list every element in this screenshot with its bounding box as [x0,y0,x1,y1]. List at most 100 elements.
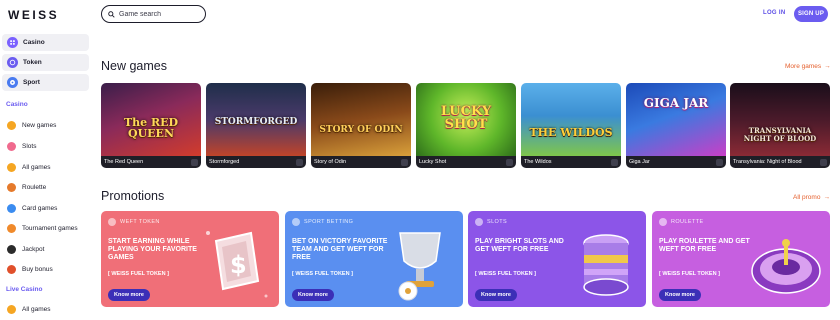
provider-icon [820,159,827,166]
game-art-title: STORY OF ODIN [319,125,403,135]
promo-tag: SPORT BETTING [292,218,353,226]
sidebar-item-label: Sport [23,79,40,86]
svg-text:$: $ [230,251,247,279]
game-card-stormforged[interactable]: STORMFORGED Stormforged [206,83,306,168]
search-icon [108,10,115,18]
game-thumbnail [311,83,411,156]
slot-reel-icon [583,234,629,296]
sidebar-item-slots[interactable]: Slots [7,142,36,151]
promo-tag: SLOTS [475,218,507,226]
promo-headline: PLAY BRIGHT SLOTS AND GET WEFT FOR FREE [475,238,564,253]
provider-icon [296,159,303,166]
game-name: Stormforged [206,156,306,168]
sidebar-item-token[interactable]: Token [2,54,89,71]
sidebar-item-label: Buy bonus [22,266,53,273]
promo-subtitle: [ WEISS FUEL TOKEN ] [108,271,169,277]
promo-tag-label: WEFT TOKEN [120,219,160,225]
token-icon [108,218,116,226]
game-art-title: The RED QUEEN [123,116,179,140]
game-card-story-of-odin[interactable]: STORY OF ODIN Story of Odin [311,83,411,168]
promo-tag-label: SLOTS [487,219,508,225]
promo-card-slots[interactable]: SLOTS PLAY BRIGHT SLOTS AND GET WEFT FOR… [468,211,646,307]
signup-button[interactable]: SIGN UP [794,6,828,22]
new-games-icon [7,121,16,130]
promo-subtitle: [ WEISS FUEL TOKEN ] [292,271,353,277]
sidebar-item-label: Slots [22,143,37,150]
sidebar-item-new-games[interactable]: New games [7,121,56,130]
promo-card-sport-betting[interactable]: SPORT BETTING BET ON VICTORY FAVORITE TE… [285,211,463,307]
sport-icon [292,218,300,226]
game-art-title: GIGA JAR [643,96,709,110]
provider-icon [611,159,618,166]
sidebar-item-tournament-games[interactable]: Tournament games [7,224,78,233]
promo-subtitle: [ WEISS FUEL TOKEN ] [659,271,720,277]
login-button[interactable]: LOG IN [763,10,785,16]
promo-headline: START EARNING WHILE PLAYING YOUR FAVORIT… [108,238,197,261]
game-card-transylvania[interactable]: TRANSYLVANIA NIGHT OF BLOOD Transylvania… [730,83,830,168]
know-more-button[interactable]: Know more [475,289,517,301]
game-name: The Wildos [521,156,621,168]
sidebar-item-label: Token [23,59,42,66]
provider-icon [506,159,513,166]
game-thumbnail [521,83,621,156]
sport-icon [7,77,18,88]
new-games-title: New games [101,59,167,73]
promo-tag-label: ROULETTE [671,219,704,225]
game-art-title: LUCKY SHOT [440,104,492,132]
more-games-label: More games [785,63,822,70]
promo-headline: BET ON VICTORY FAVORITE TEAM AND GET WEF… [292,238,388,261]
arrow-right-icon: → [823,194,830,201]
roulette-icon [7,183,16,192]
promo-headline: PLAY ROULETTE AND GET WEFT FOR FREE [659,238,750,253]
sidebar-item-jackpot[interactable]: Jackpot [7,245,44,254]
trophy-icon [398,232,441,301]
game-card-giga-jar[interactable]: GIGA JAR Giga Jar [626,83,726,168]
roulette-icon [659,218,667,226]
game-name: Story of Odin [311,156,411,168]
sidebar-item-buy-bonus[interactable]: Buy bonus [7,265,53,274]
game-name: The Red Queen [101,156,201,168]
promo-card-weft-token[interactable]: $ WEFT TOKEN START EARNING WHILE PLAYING… [101,211,279,307]
slots-icon [475,218,483,226]
sidebar-item-live-all-games[interactable]: All games [7,305,51,314]
promo-subtitle: [ WEISS FUEL TOKEN ] [475,271,536,277]
know-more-button[interactable]: Know more [108,289,150,301]
sidebar-item-all-games[interactable]: All games [7,163,51,172]
sidebar-item-sport[interactable]: Sport [2,74,89,91]
all-games-icon [7,163,16,172]
sidebar-item-roulette[interactable]: Roulette [7,183,46,192]
sidebar-item-label: Tournament games [22,225,78,232]
sidebar-item-label: Card games [22,205,58,212]
search-box[interactable] [101,5,206,23]
logo[interactable]: WEISS [8,8,59,22]
sidebar-item-label: Casino [23,39,45,46]
sidebar-item-label: New games [22,122,57,129]
game-card-the-wildos[interactable]: THE WILDOS The Wildos [521,83,621,168]
slots-icon [7,142,16,151]
provider-icon [191,159,198,166]
game-name: Giga Jar [626,156,726,168]
game-card-lucky-shot[interactable]: LUCKY SHOT Lucky Shot [416,83,516,168]
game-name: Transylvania: Night of Blood [730,156,830,168]
jackpot-icon [7,245,16,254]
live-all-games-icon [7,305,16,314]
sidebar-item-casino[interactable]: Casino [2,34,89,51]
know-more-button[interactable]: Know more [659,289,701,301]
casino-icon [7,37,18,48]
more-games-link[interactable]: More games → [785,63,831,70]
sidebar-heading-live-casino: Live Casino [6,286,43,293]
sidebar-item-label: All games [22,306,51,313]
buy-bonus-icon [7,265,16,274]
promo-card-roulette[interactable]: ROULETTE PLAY ROULETTE AND GET WEFT FOR … [652,211,830,307]
game-art-title: THE WILDOS [529,126,613,139]
provider-icon [401,159,408,166]
token-icon [7,57,18,68]
sidebar-item-label: Roulette [22,184,47,191]
game-card-the-red-queen[interactable]: The RED QUEEN The Red Queen [101,83,201,168]
tournament-icon [7,224,16,233]
game-thumbnail [730,83,830,156]
know-more-button[interactable]: Know more [292,289,334,301]
sidebar-item-card-games[interactable]: Card games [7,204,57,213]
all-promo-link[interactable]: All promo → [793,194,830,201]
search-input[interactable] [119,10,199,18]
